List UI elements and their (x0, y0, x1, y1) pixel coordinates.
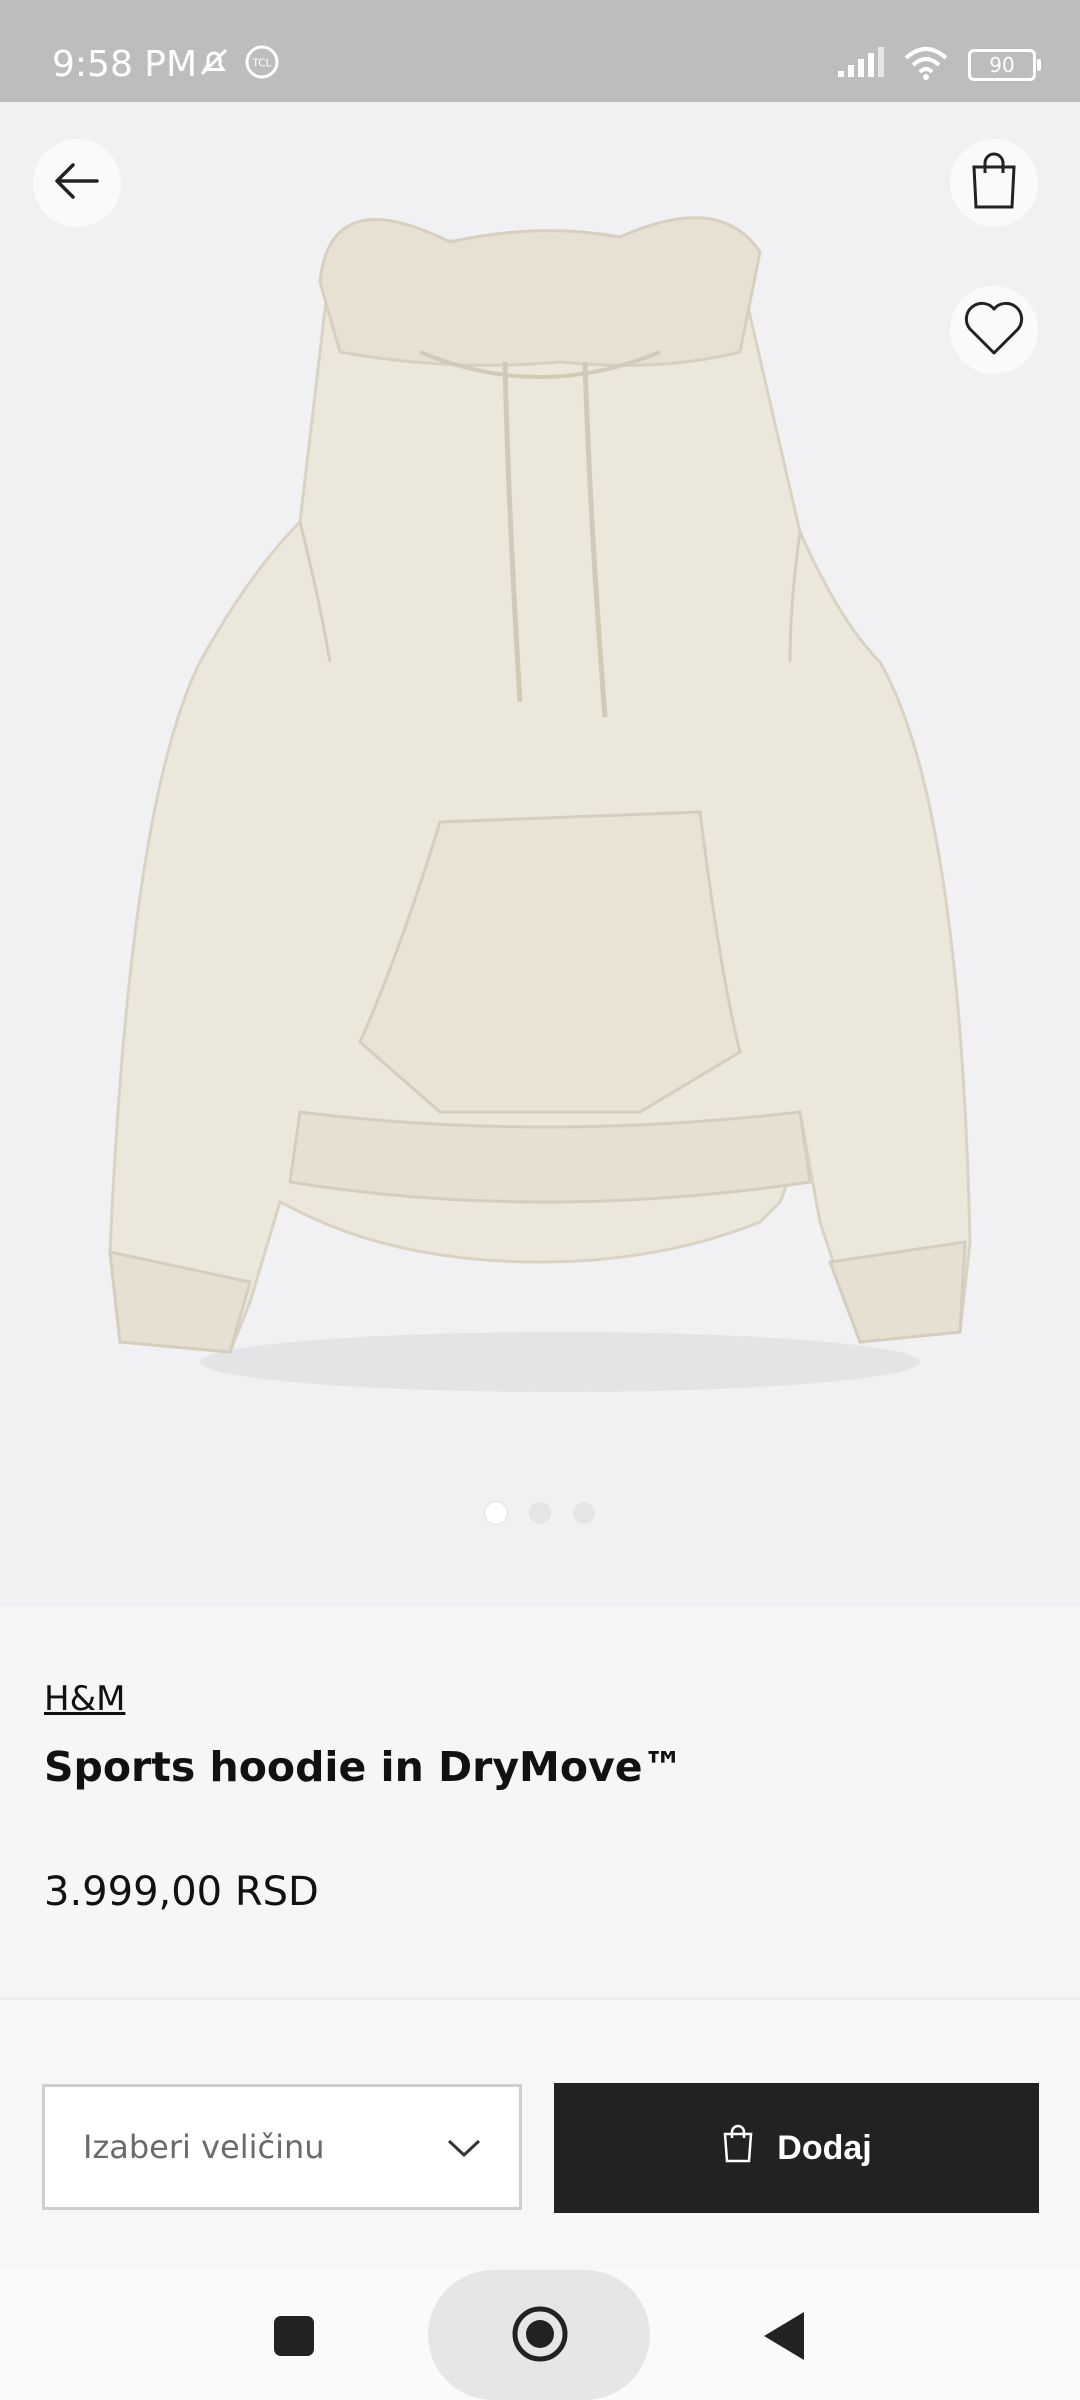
system-nav-bar (0, 2270, 1080, 2400)
heart-icon (962, 299, 1026, 361)
signal-icon (836, 47, 884, 83)
product-info: H&M Sports hoodie in DryMove™ 3.999,00 R… (0, 1607, 1080, 1997)
shopping-bag-button[interactable] (950, 139, 1038, 227)
status-time: 9:58 PM (52, 44, 198, 85)
carousel-dot[interactable] (485, 1502, 507, 1524)
add-label: Dodaj (777, 2128, 872, 2167)
size-placeholder: Izaberi veličinu (83, 2128, 325, 2166)
carousel-dot[interactable] (573, 1502, 595, 1524)
shopping-bag-icon (968, 151, 1020, 215)
carousel-indicator (0, 1502, 1080, 1524)
wishlist-button[interactable] (950, 286, 1038, 374)
battery-level: 90 (989, 53, 1015, 77)
carousel-dot[interactable] (529, 1502, 551, 1524)
shopping-bag-icon (721, 2124, 755, 2173)
back-icon (762, 2310, 806, 2366)
product-title: Sports hoodie in DryMove™ (44, 1743, 684, 1791)
svg-text:TCL: TCL (252, 58, 272, 70)
wifi-icon (904, 46, 948, 84)
status-bar: 9:58 PM TCL 90 (0, 0, 1080, 102)
battery-icon: 90 (968, 49, 1041, 81)
size-dropdown[interactable]: Izaberi veličinu (42, 2084, 522, 2210)
tcl-icon: TCL (244, 44, 280, 84)
product-image (108, 216, 972, 1392)
add-to-bag-button[interactable]: Dodaj (554, 2083, 1039, 2213)
back-arrow-icon (49, 153, 105, 213)
mute-icon (196, 44, 232, 84)
product-price: 3.999,00 RSD (44, 1869, 319, 1915)
action-bar: Izaberi veličinu Dodaj (0, 2000, 1080, 2270)
back-button[interactable] (33, 139, 121, 227)
home-button[interactable] (508, 2304, 572, 2368)
home-icon (511, 2305, 569, 2367)
nav-back-button[interactable] (760, 2310, 808, 2366)
brand-link[interactable]: H&M (44, 1679, 125, 1719)
product-image-carousel[interactable] (0, 102, 1080, 1607)
chevron-down-icon (447, 2128, 481, 2166)
recents-button[interactable] (268, 2312, 320, 2364)
recents-icon (272, 2314, 316, 2362)
